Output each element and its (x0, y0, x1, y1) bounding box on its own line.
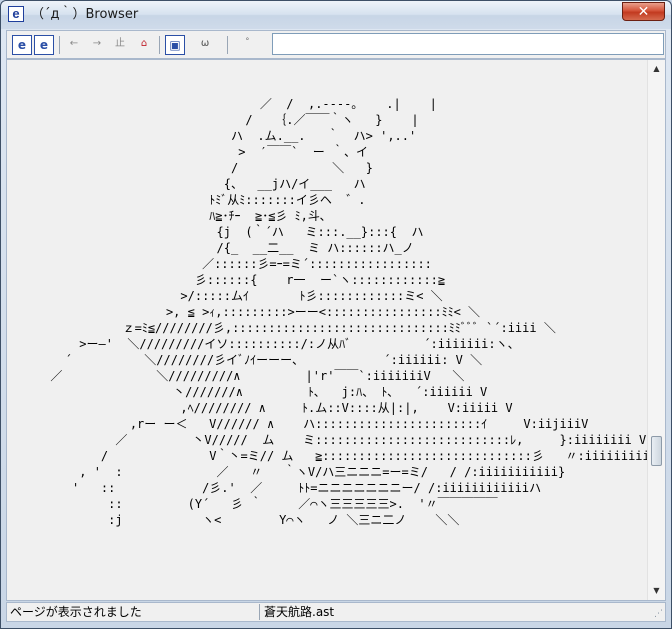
browser-window: e （´д｀）Browser ✕ e e ← → 止 ⌂ ▣ ω ゜ ／ / ,… (0, 0, 672, 629)
ascii-art-line: /{_ __二__ ミ ハ::::::ハ_ノ (216, 241, 414, 255)
resize-grip-icon[interactable]: ⋰ (651, 608, 663, 620)
ascii-art-line: >/:::::ムｲ ﾄ彡::::::::::::ミ< ＼ (180, 289, 443, 303)
app-icon[interactable]: e (8, 6, 24, 22)
go-icon[interactable]: ゜ (241, 35, 261, 55)
ascii-art-line: ｚ=ﾐ≦////////彡,::::::::::::::::::::::::::… (122, 321, 556, 335)
ascii-art-line: ／ 丶V///// ム ミ:::::::::::::::::::::::::::… (115, 433, 647, 447)
forward-icon[interactable]: → (87, 35, 107, 55)
back-icon[interactable]: ← (64, 35, 84, 55)
ascii-art-line: {j (｀´ハ ミ:::.__}:::{ ハ (216, 225, 424, 239)
toolbar-separator (59, 36, 60, 54)
home-icon[interactable]: ⌂ (134, 35, 154, 55)
status-bar: ページが表示されました 蒼天航路.ast ⋰ (6, 602, 666, 622)
ascii-art-line: 丶///////∧ ﾄ､ j:ﾊ、 ﾄ､ ´:iiiiii V (173, 385, 488, 399)
address-input[interactable] (272, 33, 664, 55)
ascii-art-line: ／::::::彡=ｰ=ミ´::::::::::::::::: (202, 257, 432, 271)
ascii-art: ／ / ,.‐-‐-｡ .| | / ｛.／￣￣｀ヽ } | ハ .ム.__. … (7, 96, 649, 528)
toolbar: e e ← → 止 ⌂ ▣ ω ゜ (6, 30, 666, 59)
ascii-art-line: >, ≦ >ｨ,:::::::::>ーー<::::::::::::::::ﾐﾐ<… (165, 305, 481, 319)
toolbar-separator (159, 36, 160, 54)
scroll-up-icon[interactable]: ▲ (650, 62, 663, 76)
ascii-art-line: ' :: /彡.' ／ ﾄﾄ=ニニニニニニニー/ /:iiiiiiiiiiiiハ (72, 481, 542, 495)
page-icon-2[interactable]: e (34, 35, 54, 55)
ascii-art-line: > ′￣￣` ー ｀、イ (238, 145, 368, 159)
ascii-art-line: :: (Y´ 彡 ｀ ／⌒ヽ三三三三三>. '〃￣￣￣￣￣ (108, 497, 498, 511)
scrollbar-thumb[interactable] (651, 436, 662, 466)
toolbar-separator (227, 36, 228, 54)
ascii-art-line: ／ / ,.‐-‐-｡ .| | (259, 97, 437, 111)
ascii-art-line: 彡::::::{ r一 ー`ヽ::::::::::::≧ (194, 273, 446, 287)
ascii-art-line: >ー―' ＼/////////イソ::::::::::/:ノ从ﾊﾞ ´:iiii… (79, 337, 520, 351)
ascii-art-line: {、 __jハ/イ___ ハ (223, 177, 366, 191)
ascii-art-line: ／ ＼/////////∧ |'r'￣￣`:iiiiiiiV ＼ (50, 369, 465, 383)
face-icon[interactable]: ω (195, 35, 215, 55)
close-button[interactable]: ✕ (622, 2, 665, 21)
title-bar[interactable]: e （´д｀）Browser ✕ (1, 1, 671, 29)
ascii-art-line: ﾊ≧･ﾁｰ ≧･≦彡 ﾐ,斗､ (209, 209, 326, 223)
window-icon[interactable]: ▣ (165, 35, 185, 55)
ascii-art-line: ﾄﾐﾞ从ﾐ:::::::イ彡ヘ ゛. (209, 193, 366, 207)
ascii-art-line: :j ヽ< Y⌒ヽ ノ ＼三ニ二ノ ＼＼ (108, 513, 460, 527)
page-icon-1[interactable]: e (12, 35, 32, 55)
status-filename: 蒼天航路.ast (264, 605, 335, 619)
ascii-art-line: ´ ＼////////彡イﾞﾉｲーーー、 ´:iiiiii: V ＼ (64, 353, 483, 367)
ascii-art-line: , ' : ／ 〃 ｀ヽV/ハ三ニニニ=ー=ミ/ / /:iiiiiiiiiii… (79, 465, 566, 479)
ascii-art-line: / ｛.／￣￣｀ヽ } | (245, 113, 419, 127)
ascii-art-line: ,ﾍ//////// ∧ ﾄ.ム::V::::从|:|, V:iiiii V (180, 401, 513, 415)
ascii-art-line: / V｀丶=ミ// ム ≧:::::::::::::::::::::::::::… (100, 449, 649, 463)
ascii-art-line: / ＼ } (230, 161, 374, 175)
window-title: （´д｀）Browser (31, 7, 139, 22)
ascii-art-line: ハ .ム.__. ｀ ハ> ',..' (230, 129, 417, 143)
status-message: ページが表示されました (10, 605, 142, 619)
ascii-art-line: ,rー ー＜ V////// ∧ ハ::::::::::::::::::::::… (129, 417, 589, 431)
vertical-scrollbar[interactable]: ▲ ▼ (647, 60, 665, 600)
status-divider (259, 604, 260, 620)
scroll-down-icon[interactable]: ▼ (650, 584, 663, 598)
stop-icon[interactable]: 止 (110, 35, 130, 55)
page-content: ／ / ,.‐-‐-｡ .| | / ｛.／￣￣｀ヽ } | ハ .ム.__. … (6, 59, 666, 601)
